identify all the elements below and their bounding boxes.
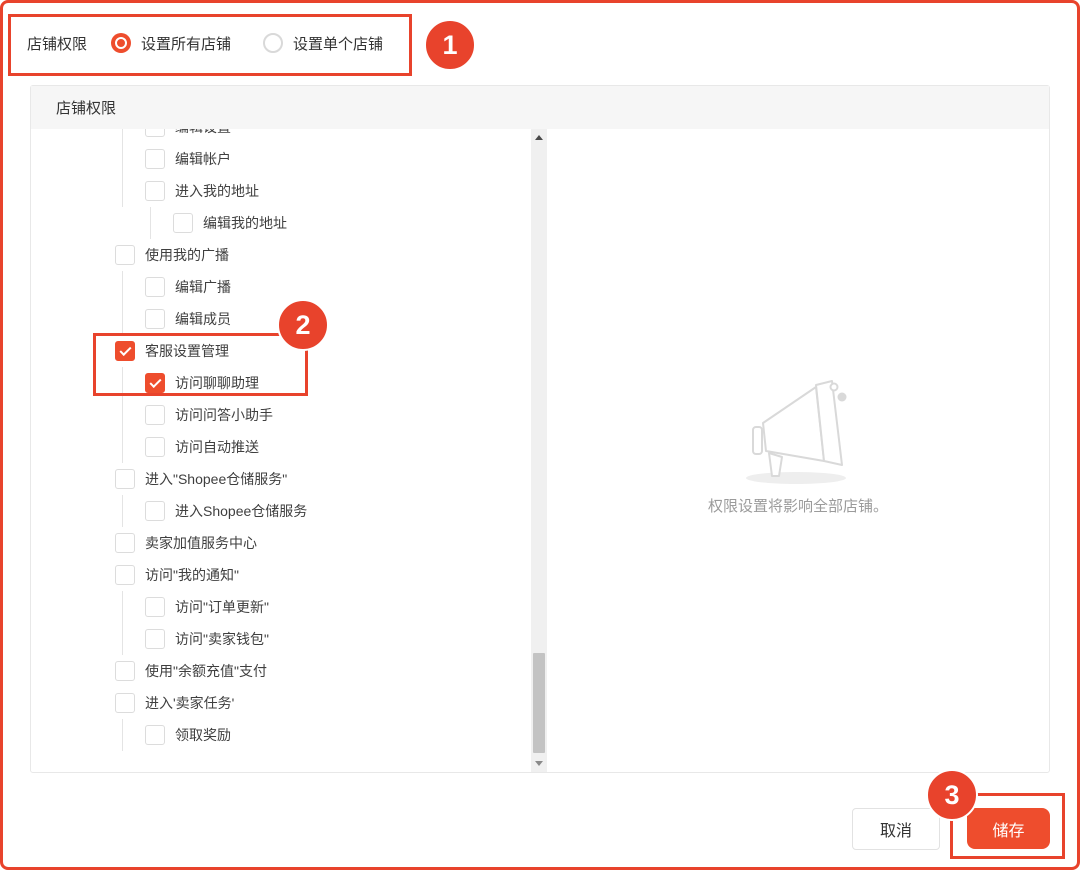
checkbox-unchecked[interactable] xyxy=(145,597,165,617)
checkbox-unchecked[interactable] xyxy=(115,533,135,553)
tree-item-label[interactable]: 使用我的广播 xyxy=(145,245,229,265)
tree-item: 卖家加值服务中心 xyxy=(31,527,531,559)
checkbox-unchecked[interactable] xyxy=(145,149,165,169)
tree-item: 编辑帐户 xyxy=(31,143,531,175)
shop-permission-label: 店铺权限 xyxy=(27,33,87,54)
checkbox-unchecked[interactable] xyxy=(145,129,165,137)
tree-item-label[interactable]: 访问"订单更新" xyxy=(175,597,269,617)
tree-item-label[interactable]: 访问"我的通知" xyxy=(145,565,239,585)
megaphone-icon xyxy=(738,371,858,487)
tree-item: 访问聊聊助理 xyxy=(31,367,531,399)
tree-item-label[interactable]: 使用"余额充值"支付 xyxy=(145,661,267,681)
radio-option-label[interactable]: 设置所有店铺 xyxy=(141,33,231,54)
permission-scope-message: 权限设置将影响全部店铺。 xyxy=(547,495,1049,516)
checkbox-checked[interactable] xyxy=(115,341,135,361)
tree-item-label[interactable]: 进入'卖家任务' xyxy=(145,693,234,713)
scroll-down-icon[interactable] xyxy=(535,761,543,766)
panel-header-title: 店铺权限 xyxy=(56,97,116,118)
checkbox-unchecked[interactable] xyxy=(115,565,135,585)
tree-item: 编辑广播 xyxy=(31,271,531,303)
tree-item: 领取奖励 xyxy=(31,719,531,751)
tree-item: 访问问答小助手 xyxy=(31,399,531,431)
tree-item: 客服设置管理 xyxy=(31,335,531,367)
tree-item-label[interactable]: 编辑帐户 xyxy=(175,149,231,169)
checkbox-unchecked[interactable] xyxy=(145,277,165,297)
tree-item-label[interactable]: 领取奖励 xyxy=(175,725,231,745)
checkbox-unchecked[interactable] xyxy=(145,181,165,201)
tree-item-label[interactable]: 卖家加值服务中心 xyxy=(145,533,257,553)
tree-item: 访问"订单更新" xyxy=(31,591,531,623)
tree-item: 访问自动推送 xyxy=(31,431,531,463)
save-button[interactable]: 储存 xyxy=(967,808,1050,849)
tree-item-label[interactable]: 进入我的地址 xyxy=(175,181,259,201)
radio-option-label[interactable]: 设置单个店铺 xyxy=(293,33,383,54)
radio-option-all-shops[interactable]: 设置所有店铺 xyxy=(111,33,231,54)
tree-item: 访问"卖家钱包" xyxy=(31,623,531,655)
scrollbar-thumb[interactable] xyxy=(533,653,545,753)
panel-body: 编辑设置编辑帐户进入我的地址编辑我的地址使用我的广播编辑广播编辑成员客服设置管理… xyxy=(31,129,1049,772)
tree-item-label[interactable]: 访问自动推送 xyxy=(175,437,259,457)
checkbox-unchecked[interactable] xyxy=(173,213,193,233)
tree-item-label[interactable]: 进入"Shopee仓储服务" xyxy=(145,469,287,489)
checkbox-unchecked[interactable] xyxy=(115,693,135,713)
tree-item: 进入'卖家任务' xyxy=(31,687,531,719)
tree-item-label[interactable]: 访问问答小助手 xyxy=(175,405,273,425)
checkbox-unchecked[interactable] xyxy=(145,437,165,457)
radio-option-single-shop[interactable]: 设置单个店铺 xyxy=(263,33,383,54)
checkbox-unchecked[interactable] xyxy=(145,629,165,649)
scroll-up-icon[interactable] xyxy=(535,135,543,140)
tree-item-label[interactable]: 访问聊聊助理 xyxy=(175,373,259,393)
tree-item: 进入我的地址 xyxy=(31,175,531,207)
checkbox-unchecked[interactable] xyxy=(115,661,135,681)
tree-item: 进入"Shopee仓储服务" xyxy=(31,463,531,495)
tree-item-label[interactable]: 进入Shopee仓储服务 xyxy=(175,501,307,521)
radio-selected-icon[interactable] xyxy=(111,33,131,53)
permission-tree: 编辑设置编辑帐户进入我的地址编辑我的地址使用我的广播编辑广播编辑成员客服设置管理… xyxy=(31,129,531,772)
tree-item-label[interactable]: 访问"卖家钱包" xyxy=(175,629,269,649)
tree-item-label[interactable]: 编辑广播 xyxy=(175,277,231,297)
tree-item: 编辑成员 xyxy=(31,303,531,335)
tree-item-label[interactable]: 编辑我的地址 xyxy=(203,213,287,233)
tree-item-label[interactable]: 编辑成员 xyxy=(175,309,231,329)
tree-item: 进入Shopee仓储服务 xyxy=(31,495,531,527)
tree-item-label[interactable]: 客服设置管理 xyxy=(145,341,229,361)
checkbox-unchecked[interactable] xyxy=(145,405,165,425)
tree-item: 使用我的广播 xyxy=(31,239,531,271)
tree-item: 编辑设置 xyxy=(31,129,531,143)
radio-unselected-icon[interactable] xyxy=(263,33,283,53)
tree-item-label[interactable]: 编辑设置 xyxy=(175,129,231,137)
checkbox-unchecked[interactable] xyxy=(145,725,165,745)
tree-scrollbar[interactable] xyxy=(531,129,547,772)
checkbox-unchecked[interactable] xyxy=(115,245,135,265)
tree-item: 使用"余额充值"支付 xyxy=(31,655,531,687)
tree-item: 访问"我的通知" xyxy=(31,559,531,591)
cancel-button[interactable]: 取消 xyxy=(852,808,940,850)
checkbox-unchecked[interactable] xyxy=(145,501,165,521)
permission-info-pane: 权限设置将影响全部店铺。 xyxy=(547,129,1049,772)
panel-header: 店铺权限 xyxy=(31,86,1049,129)
shop-permission-mode-row: 店铺权限 设置所有店铺 设置单个店铺 xyxy=(0,0,1080,86)
shop-permission-panel: 店铺权限 编辑设置编辑帐户进入我的地址编辑我的地址使用我的广播编辑广播编辑成员客… xyxy=(30,85,1050,773)
checkbox-checked[interactable] xyxy=(145,373,165,393)
checkbox-unchecked[interactable] xyxy=(145,309,165,329)
checkbox-unchecked[interactable] xyxy=(115,469,135,489)
tree-item: 编辑我的地址 xyxy=(31,207,531,239)
